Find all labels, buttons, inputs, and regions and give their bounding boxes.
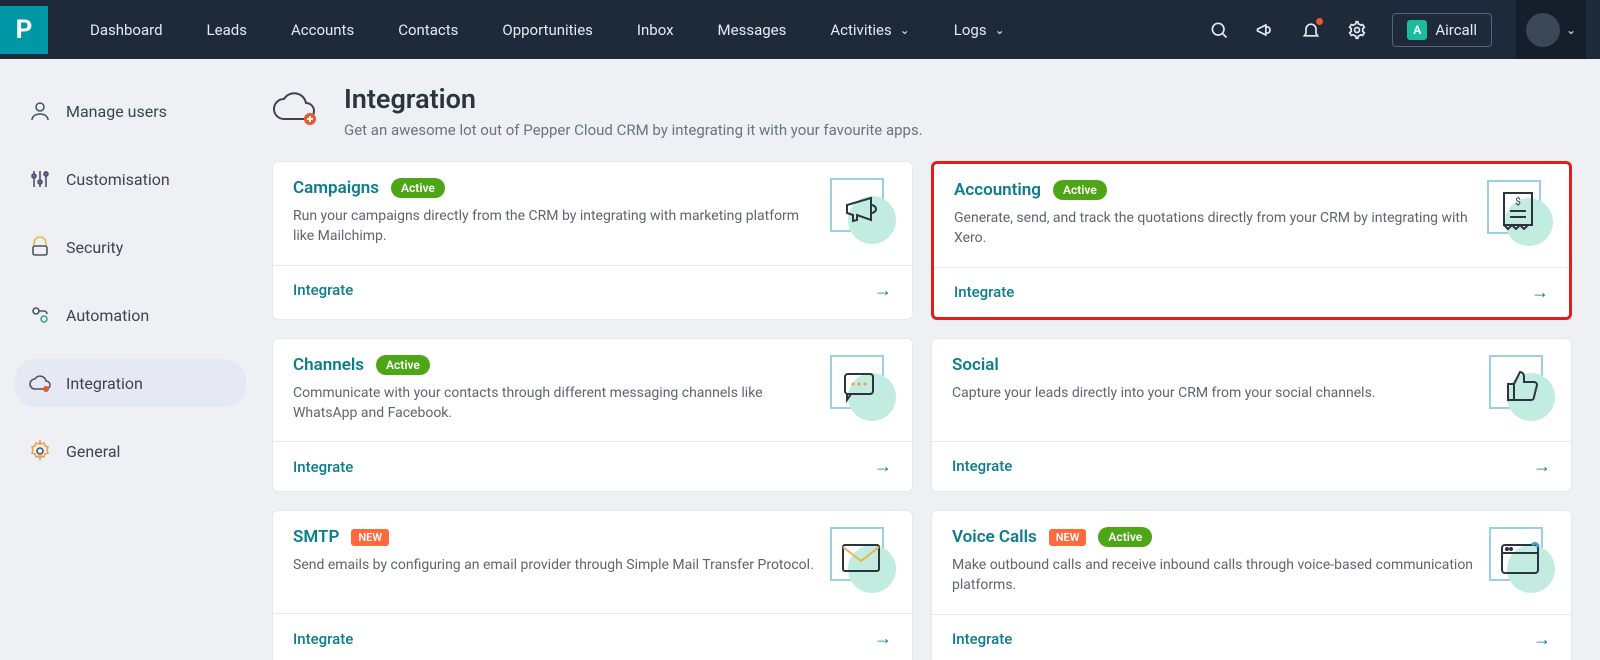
- chevron-down-icon: ⌄: [995, 23, 1005, 37]
- card-description: Send emails by configuring an email prov…: [293, 555, 816, 575]
- card-description: Make outbound calls and receive inbound …: [952, 555, 1475, 596]
- status-badge: NEW: [1049, 529, 1087, 546]
- nav-activities[interactable]: Activities⌄: [830, 21, 909, 39]
- integrate-button[interactable]: Integrate →: [932, 441, 1571, 491]
- integrate-label: Integrate: [293, 630, 353, 648]
- status-badge: Active: [376, 355, 430, 375]
- status-badge: Active: [1098, 527, 1152, 547]
- sidebar-item-integration[interactable]: Integration: [14, 359, 246, 407]
- sidebar-item-label: Security: [66, 238, 123, 257]
- user-icon: [28, 99, 52, 123]
- notification-dot: [1316, 18, 1323, 25]
- sidebar-item-customisation[interactable]: Customisation: [14, 155, 246, 203]
- app-logo[interactable]: P: [0, 6, 48, 54]
- card-title: Social: [952, 355, 999, 375]
- status-badge: Active: [391, 178, 445, 198]
- card-description: Run your campaigns directly from the CRM…: [293, 206, 816, 247]
- top-nav: Dashboard Leads Accounts Contacts Opport…: [90, 21, 1005, 39]
- avatar: [1526, 13, 1560, 47]
- status-badge: NEW: [351, 529, 389, 546]
- arrow-right-icon: →: [874, 280, 892, 301]
- integration-card-smtp: SMTP NEW Send emails by configuring an ema…: [272, 510, 913, 660]
- search-icon[interactable]: [1208, 19, 1230, 41]
- cloud-icon: [28, 371, 52, 395]
- arrow-right-icon: →: [1533, 629, 1551, 650]
- sidebar-item-label: Manage users: [66, 102, 167, 121]
- integration-card-social: Social Capture your leads directly into y…: [931, 338, 1572, 493]
- chat-icon: [830, 355, 892, 417]
- integration-card-campaigns: Campaigns Active Run your campaigns direct…: [272, 161, 913, 320]
- sidebar: Manage users Customisation Security Auto…: [0, 59, 260, 660]
- thumbs-icon: [1489, 355, 1551, 417]
- sidebar-item-general[interactable]: General: [14, 427, 246, 475]
- integrate-button[interactable]: Integrate →: [273, 613, 912, 660]
- chevron-down-icon: ⌄: [1566, 23, 1576, 37]
- sidebar-item-label: Integration: [66, 374, 143, 393]
- nav-opportunities[interactable]: Opportunities: [502, 21, 593, 39]
- card-title: SMTP: [293, 527, 339, 547]
- nav-leads[interactable]: Leads: [207, 21, 247, 39]
- profile-menu[interactable]: ⌄: [1516, 0, 1586, 59]
- sidebar-item-label: Automation: [66, 306, 149, 325]
- sidebar-item-manage-users[interactable]: Manage users: [14, 87, 246, 135]
- card-title: Channels: [293, 355, 364, 375]
- arrow-right-icon: →: [1533, 456, 1551, 477]
- sidebar-item-label: Customisation: [66, 170, 170, 189]
- integrate-label: Integrate: [952, 457, 1012, 475]
- arrow-right-icon: →: [1531, 282, 1549, 303]
- integration-card-accounting: Accounting Active Generate, send, and trac…: [931, 161, 1572, 320]
- nav-logs[interactable]: Logs⌄: [954, 21, 1005, 39]
- card-title: Campaigns: [293, 178, 379, 198]
- page-subtitle: Get an awesome lot out of Pepper Cloud C…: [344, 121, 923, 139]
- aircall-button[interactable]: A Aircall: [1392, 13, 1492, 47]
- nav-dashboard[interactable]: Dashboard: [90, 21, 163, 39]
- nav-accounts[interactable]: Accounts: [291, 21, 354, 39]
- integrate-label: Integrate: [954, 283, 1014, 301]
- integrate-button[interactable]: Integrate →: [273, 265, 912, 315]
- card-title: Voice Calls: [952, 527, 1037, 547]
- integrate-button[interactable]: Integrate →: [934, 267, 1569, 317]
- integrate-label: Integrate: [293, 281, 353, 299]
- integration-card-voice-calls: Voice Calls NEW Active Make outbound calls …: [931, 510, 1572, 660]
- arrow-right-icon: →: [874, 628, 892, 649]
- sidebar-item-security[interactable]: Security: [14, 223, 246, 271]
- status-badge: Active: [1053, 180, 1107, 200]
- card-description: Generate, send, and track the quotations…: [954, 208, 1473, 249]
- nav-messages[interactable]: Messages: [718, 21, 787, 39]
- svg-text:$: $: [1515, 195, 1521, 208]
- gear-icon: [28, 439, 52, 463]
- megaphone-icon: [830, 178, 892, 240]
- nav-inbox[interactable]: Inbox: [637, 21, 674, 39]
- card-description: Capture your leads directly into your CR…: [952, 383, 1475, 403]
- mail-icon: [830, 527, 892, 589]
- chevron-down-icon: ⌄: [900, 23, 910, 37]
- bell-icon[interactable]: [1300, 19, 1322, 41]
- nav-contacts[interactable]: Contacts: [398, 21, 458, 39]
- sliders-icon: [28, 167, 52, 191]
- integration-card-channels: Channels Active Communicate with your cont…: [272, 338, 913, 493]
- integrate-button[interactable]: Integrate →: [273, 441, 912, 491]
- announcement-icon[interactable]: [1254, 19, 1276, 41]
- sidebar-item-automation[interactable]: Automation: [14, 291, 246, 339]
- aircall-badge-icon: A: [1407, 20, 1427, 40]
- lock-icon: [28, 235, 52, 259]
- page-title: Integration: [344, 83, 923, 115]
- integrate-button[interactable]: Integrate →: [932, 614, 1571, 660]
- integrate-label: Integrate: [952, 630, 1012, 648]
- cloud-plus-icon: [272, 87, 320, 127]
- arrow-right-icon: →: [874, 456, 892, 477]
- automation-icon: [28, 303, 52, 327]
- integrate-label: Integrate: [293, 458, 353, 476]
- card-description: Communicate with your contacts through d…: [293, 383, 816, 424]
- gear-icon[interactable]: [1346, 19, 1368, 41]
- receipt-icon: $: [1487, 180, 1549, 242]
- sidebar-item-label: General: [66, 442, 120, 461]
- card-title: Accounting: [954, 180, 1041, 200]
- browser-icon: [1489, 527, 1551, 589]
